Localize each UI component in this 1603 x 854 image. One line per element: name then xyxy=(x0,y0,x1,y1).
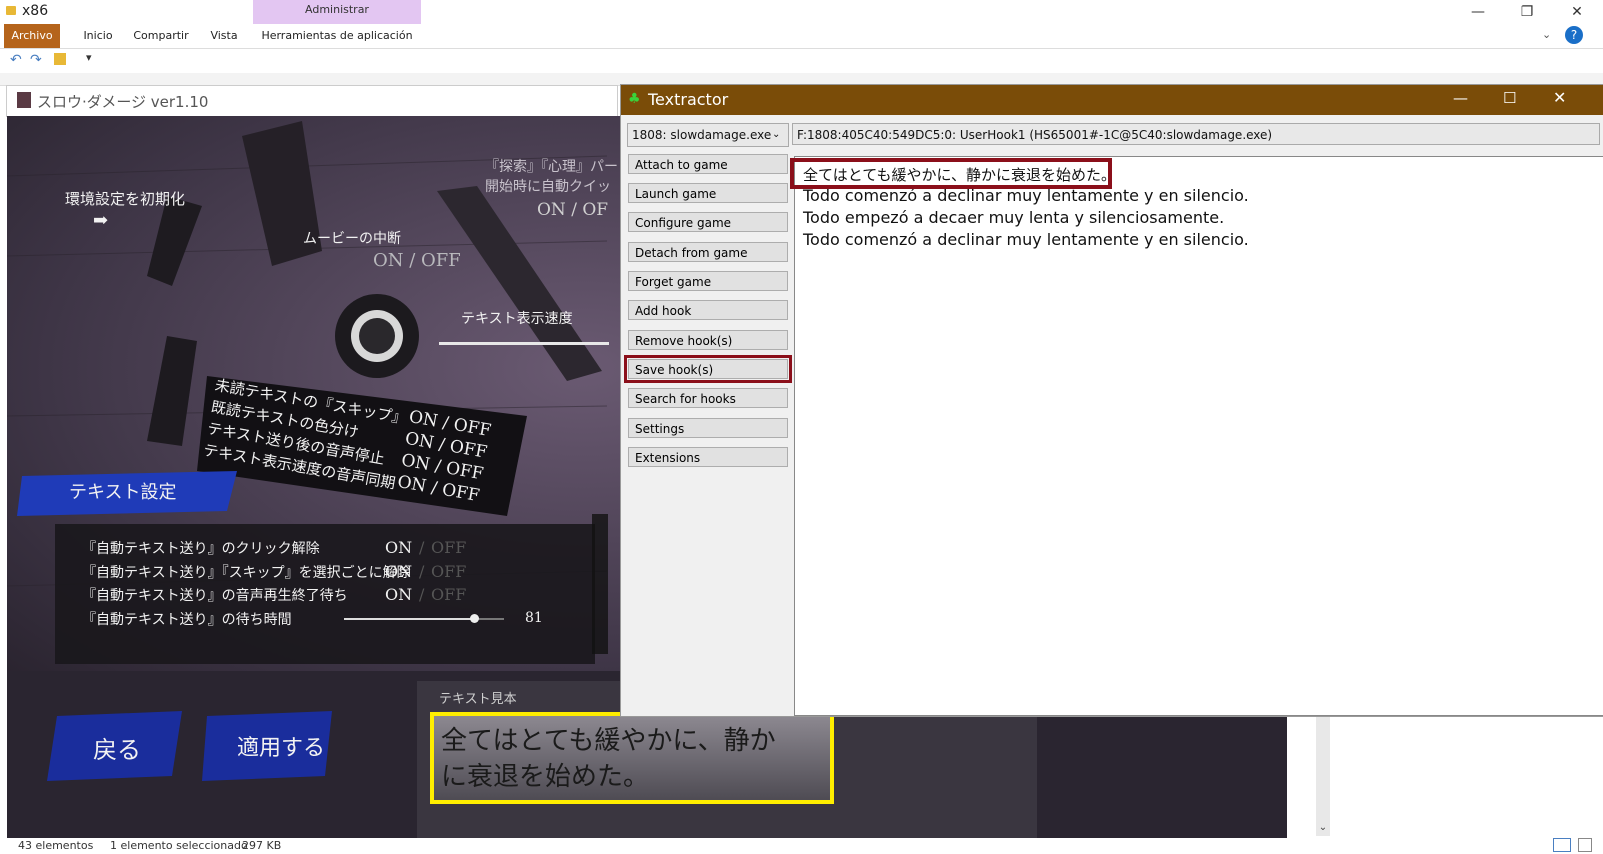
chevron-down-icon: ⌄ xyxy=(772,129,781,140)
process-value: 1808: slowdamage.exe xyxy=(632,128,772,142)
process-select[interactable]: 1808: slowdamage.exe ⌄ xyxy=(627,123,789,147)
tx-close-button[interactable]: ✕ xyxy=(1553,88,1566,107)
tab-vista[interactable]: Vista xyxy=(200,24,248,48)
extensions-button[interactable]: Extensions xyxy=(628,447,788,467)
auto-row-sep-2: / xyxy=(419,585,425,604)
details-view-icon[interactable] xyxy=(1553,838,1571,852)
status-count: 43 elementos xyxy=(18,839,94,852)
hook-select[interactable]: F:1808:405C40:549DC5:0: UserHook1 (HS650… xyxy=(792,123,1600,145)
auto-row-sep-0: / xyxy=(419,538,425,557)
auto-row-label-2: 『自動テキスト送り』の音声再生終了待ち xyxy=(82,588,348,604)
auto-row-on-1[interactable]: ON xyxy=(385,562,412,581)
close-button[interactable]: ✕ xyxy=(1555,2,1599,22)
apply-button[interactable]: 適用する xyxy=(237,730,325,762)
wait-value: 81 xyxy=(525,610,543,626)
tab-herramientas[interactable]: Herramientas de aplicación xyxy=(256,24,418,48)
movie-label: ムービーの中断 xyxy=(303,231,401,247)
back-button[interactable]: 戻る xyxy=(93,730,141,765)
output-highlight xyxy=(790,158,1112,189)
tx-minimize-button[interactable]: — xyxy=(1453,89,1468,107)
redo-icon[interactable]: ↷ xyxy=(30,52,42,68)
scroll-down-icon[interactable]: ⌄ xyxy=(1316,822,1330,836)
status-selected: 1 elemento seleccionado xyxy=(110,839,248,852)
movie-onoff[interactable]: ON / OFF xyxy=(373,250,461,271)
remove-hooks-button[interactable]: Remove hook(s) xyxy=(628,330,788,350)
quick-access-toolbar: ↶ ↷ ▾ xyxy=(0,49,1603,73)
wait-slider[interactable] xyxy=(344,614,504,623)
game-titlebar: スロウ·ダメージ ver1.10 xyxy=(6,85,618,117)
auto-row-on-2[interactable]: ON xyxy=(385,585,412,604)
auto-row-label-1: 『自動テキスト送り』『スキップ』を選択ごとに解除 xyxy=(82,565,411,581)
settings-button[interactable]: Settings xyxy=(628,418,788,438)
chevron-down-icon[interactable]: ⌄ xyxy=(1542,28,1551,41)
game-icon xyxy=(17,92,31,108)
top-right-onoff[interactable]: ON / OF xyxy=(537,200,608,220)
output-line-3: Todo comenzó a declinar muy lentamente y… xyxy=(803,230,1249,249)
auto-row-sep-1: / xyxy=(419,562,425,581)
textractor-titlebar: ♣ Textractor — ☐ ✕ xyxy=(621,85,1603,115)
speed-label: テキスト表示速度 xyxy=(461,311,573,327)
diag-onoffs: ON / OFF ON / OFF ON / OFF ON / OFF xyxy=(396,406,493,507)
minimize-button[interactable]: — xyxy=(1456,2,1500,22)
sample-label: テキスト見本 xyxy=(439,692,517,707)
wait-slider-fill xyxy=(344,618,474,620)
sample-text-line2: に衰退を始めた。 xyxy=(441,762,650,792)
detach-from-game-button[interactable]: Detach from game xyxy=(628,242,788,262)
textractor-title: Textractor xyxy=(648,90,729,109)
add-hook-button[interactable]: Add hook xyxy=(628,300,788,320)
top-right-label-2: 開始時に自動クイッ xyxy=(485,179,611,195)
wait-slider-knob[interactable] xyxy=(469,614,479,623)
tab-inicio[interactable]: Inicio xyxy=(68,24,128,48)
wait-label: 『自動テキスト送り』の待ち時間 xyxy=(82,612,292,628)
tab-archivo[interactable]: Archivo xyxy=(4,24,60,48)
tiles-view-icon[interactable] xyxy=(1578,838,1592,852)
undo-icon[interactable]: ↶ xyxy=(10,52,22,68)
reset-label[interactable]: 環境設定を初期化 xyxy=(65,188,185,209)
folder-icon[interactable] xyxy=(54,53,66,65)
text-output-area[interactable]: 全てはとても緩やかに、静かに衰退を始めた。 Todo comenzó a dec… xyxy=(790,156,1603,716)
configure-game-button[interactable]: Configure game xyxy=(628,212,788,232)
speed-slider[interactable] xyxy=(439,342,609,345)
restore-button[interactable]: ❐ xyxy=(1505,2,1549,22)
hook-value: F:1808:405C40:549DC5:0: UserHook1 (HS650… xyxy=(797,128,1273,142)
auto-row-off-0[interactable]: OFF xyxy=(431,538,466,557)
forget-game-button[interactable]: Forget game xyxy=(628,271,788,291)
status-bar: 43 elementos 1 elemento seleccionado 297… xyxy=(0,838,1603,854)
context-tab-label: Administrar xyxy=(305,3,369,16)
arrow-right-icon[interactable]: ➡ xyxy=(93,210,108,231)
search-for-hooks-button[interactable]: Search for hooks xyxy=(628,388,788,408)
help-icon[interactable]: ? xyxy=(1565,26,1583,44)
status-size: 297 KB xyxy=(242,839,282,852)
launch-game-button[interactable]: Launch game xyxy=(628,183,788,203)
auto-row-off-2[interactable]: OFF xyxy=(431,585,466,604)
attach-to-game-button[interactable]: Attach to game xyxy=(628,154,788,174)
game-title: スロウ·ダメージ ver1.10 xyxy=(37,93,209,111)
top-right-label-1: 『探索』『心理』パー xyxy=(485,159,618,175)
auto-row-off-1[interactable]: OFF xyxy=(431,562,466,581)
scrollbar[interactable] xyxy=(1316,716,1330,836)
tx-maximize-button[interactable]: ☐ xyxy=(1503,89,1516,107)
textractor-window: ♣ Textractor — ☐ ✕ 1808: slowdamage.exe … xyxy=(620,84,1603,717)
output-line-2: Todo empezó a decaer muy lenta y silenci… xyxy=(803,208,1225,227)
explorer-title: x86 xyxy=(22,3,49,19)
folder-icon xyxy=(6,6,16,15)
save-hooks-highlight xyxy=(624,355,792,383)
customize-icon[interactable]: ▾ xyxy=(86,51,92,64)
section-title: テキスト設定 xyxy=(69,482,177,503)
sample-text-line1: 全てはとても緩やかに、静か xyxy=(441,726,776,756)
auto-row-on-0[interactable]: ON xyxy=(385,538,412,557)
tab-compartir[interactable]: Compartir xyxy=(126,24,196,48)
explorer-titlebar: x86 — ❐ ✕ xyxy=(0,0,1603,24)
auto-row-label-0: 『自動テキスト送り』のクリック解除 xyxy=(82,541,320,557)
textractor-logo-icon: ♣ xyxy=(628,91,641,107)
